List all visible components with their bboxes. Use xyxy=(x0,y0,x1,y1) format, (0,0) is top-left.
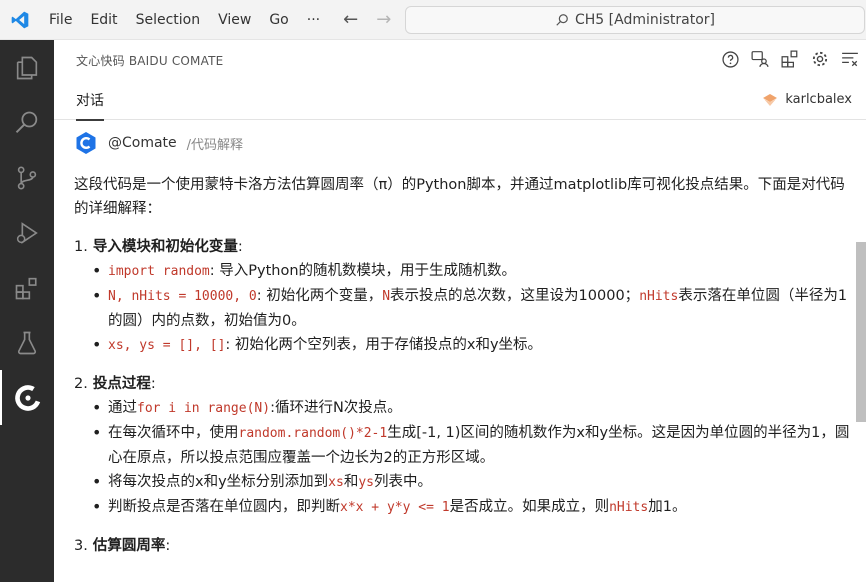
panel-header: 文心快码 BAIDU COMATE xyxy=(54,40,866,80)
list-item: 判断投点是否落在单位圆内，即判断x*x + y*y <= 1是否成立。如果成立，… xyxy=(90,495,854,520)
user-avatar-icon xyxy=(763,93,778,106)
list-item: 将每次投点的x和y坐标分别添加到xs和ys列表中。 xyxy=(90,470,854,495)
list-item: 在每次循环中，使用random.random()*2-1生成[-1, 1)区间的… xyxy=(90,421,854,470)
agent-command: /代码解释 xyxy=(186,137,244,153)
title-bar: File Edit Selection View Go ··· ← → CH5 … xyxy=(0,0,866,40)
menu-go[interactable]: Go xyxy=(260,12,297,28)
help-icon[interactable] xyxy=(720,49,740,69)
settings-gear-icon[interactable] xyxy=(810,49,830,69)
chat-user-icon[interactable] xyxy=(750,49,770,69)
plugins-icon[interactable] xyxy=(780,49,800,69)
section-heading: 1. 导入模块和初始化变量: xyxy=(74,239,243,255)
section-list: import random: 导入Python的随机数模块，用于生成随机数。 N… xyxy=(90,259,854,358)
list-item: xs, ys = [], []: 初始化两个空列表，用于存储投点的x和y坐标。 xyxy=(90,333,854,358)
list-item: import random: 导入Python的随机数模块，用于生成随机数。 xyxy=(90,259,854,284)
command-center-search[interactable]: CH5 [Administrator] xyxy=(405,6,865,34)
back-arrow-icon[interactable]: ← xyxy=(343,9,358,30)
explorer-icon[interactable] xyxy=(0,40,54,95)
source-control-icon[interactable] xyxy=(0,150,54,205)
comate-panel: 文心快码 BAIDU COMATE 对话 karlcbalex @Comate … xyxy=(54,40,866,582)
menu-selection[interactable]: Selection xyxy=(127,12,210,28)
section-list: 通过for i in range(N):循环进行N次投点。 在每次循环中，使用r… xyxy=(90,396,854,520)
username: karlcbalex xyxy=(785,92,852,107)
list-item: N, nHits = 10000, 0: 初始化两个变量，N表示投点的总次数，这… xyxy=(90,284,854,333)
menu-view[interactable]: View xyxy=(209,12,260,28)
testing-flask-icon[interactable] xyxy=(0,315,54,370)
vscode-logo-icon xyxy=(0,0,40,40)
activity-bar xyxy=(0,40,54,582)
search-icon xyxy=(556,14,568,26)
tab-chat[interactable]: 对话 xyxy=(76,80,104,121)
chat-content: @Comate /代码解释 这段代码是一个使用蒙特卡洛方法估算圆周率（π）的Py… xyxy=(54,121,854,582)
agent-name: @Comate xyxy=(108,135,177,151)
clear-chat-icon[interactable] xyxy=(840,49,860,69)
comate-icon[interactable] xyxy=(0,370,54,425)
tab-row: 对话 karlcbalex xyxy=(54,80,866,121)
search-activity-icon[interactable] xyxy=(0,95,54,150)
command-center-text: CH5 [Administrator] xyxy=(574,12,716,28)
section-heading: 3. 估算圆周率: xyxy=(74,538,171,554)
extensions-icon[interactable] xyxy=(0,260,54,315)
forward-arrow-icon[interactable]: → xyxy=(376,9,391,30)
user-badge[interactable]: karlcbalex xyxy=(761,92,852,107)
intro-paragraph: 这段代码是一个使用蒙特卡洛方法估算圆周率（π）的Python脚本，并通过matp… xyxy=(74,177,845,217)
menu-more[interactable]: ··· xyxy=(298,12,329,28)
menu-edit[interactable]: Edit xyxy=(81,12,126,28)
agent-header: @Comate /代码解释 xyxy=(74,123,854,163)
menu-bar: File Edit Selection View Go ··· xyxy=(40,12,329,28)
section-heading: 2. 投点过程: xyxy=(74,376,156,392)
scrollbar-thumb[interactable] xyxy=(856,242,866,422)
panel-title: 文心快码 BAIDU COMATE xyxy=(76,53,224,68)
menu-file[interactable]: File xyxy=(40,12,81,28)
list-item: 通过for i in range(N):循环进行N次投点。 xyxy=(90,396,854,421)
comate-logo-icon xyxy=(76,132,96,154)
run-debug-icon[interactable] xyxy=(0,205,54,260)
